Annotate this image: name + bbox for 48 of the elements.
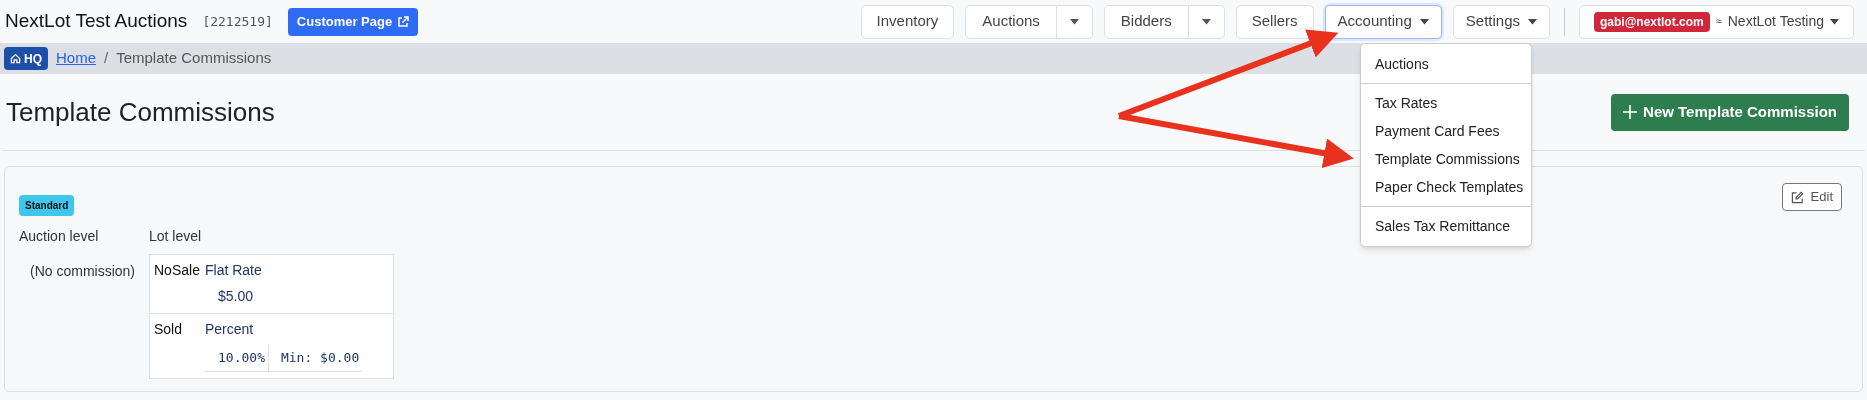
- caret-icon: [1528, 18, 1537, 25]
- profile-dropdown-button[interactable]: gabi@nextlot.com ≈ NextLot Testing: [1579, 4, 1854, 39]
- lot-level-label: Lot level: [149, 227, 203, 246]
- commission-type: Flat Rate: [205, 261, 262, 280]
- dropdown-menu-item[interactable]: Sales Tax Remittance: [1361, 212, 1531, 240]
- nav-button[interactable]: Sellers: [1235, 4, 1314, 39]
- auction-level-label: Auction level: [19, 227, 99, 246]
- split-nav-button[interactable]: Bidders: [1103, 4, 1225, 39]
- home-icon: [10, 53, 21, 64]
- edit-icon: [1790, 190, 1804, 204]
- account-id: [2212519]: [202, 12, 273, 31]
- nav-button[interactable]: Inventory: [860, 4, 955, 39]
- commission-amount: Min: $0.00: [268, 345, 363, 372]
- dropdown-menu-item[interactable]: Paper Check Templates: [1361, 173, 1531, 201]
- caret-icon: [1830, 18, 1839, 25]
- dropdown-menu-item[interactable]: Payment Card Fees: [1361, 117, 1531, 145]
- customer-page-button[interactable]: Customer Page: [287, 7, 419, 36]
- breadcrumb-separator: /: [104, 48, 109, 69]
- caret-icon: [1201, 18, 1211, 25]
- commission-amount: $5.00: [217, 287, 254, 306]
- new-template-commission-button[interactable]: New Template Commission: [1611, 93, 1849, 131]
- nav-dropdown-button[interactable]: Settings: [1452, 4, 1550, 39]
- dropdown-menu-item[interactable]: Tax Rates: [1361, 89, 1531, 117]
- lot-row-label: Sold: [154, 320, 184, 339]
- hq-button[interactable]: HQ: [4, 47, 48, 70]
- page-heading: Template Commissions: [6, 95, 275, 129]
- standard-badge: Standard: [19, 195, 75, 216]
- external-link-icon: [397, 15, 410, 28]
- nav-dropdown-button[interactable]: Accounting: [1324, 4, 1442, 39]
- breadcrumb-current: Template Commissions: [116, 48, 272, 69]
- auction-level-value: (No commission): [30, 262, 135, 281]
- caret-icon: [1419, 18, 1429, 25]
- dropdown-menu-item[interactable]: Auctions: [1361, 50, 1531, 78]
- split-nav-button[interactable]: Auctions: [965, 4, 1093, 39]
- caret-icon: [1069, 18, 1079, 25]
- nav-button-label[interactable]: Bidders: [1104, 10, 1188, 33]
- dropdown-menu-item[interactable]: Template Commissions: [1361, 145, 1531, 173]
- user-email-badge: gabi@nextlot.com: [1594, 11, 1710, 32]
- lot-row-label: NoSale: [154, 261, 201, 280]
- breadcrumb-link[interactable]: Home: [56, 47, 96, 70]
- site-title: NextLot Test Auctions: [5, 9, 188, 34]
- organization-name: NextLot Testing: [1727, 12, 1824, 31]
- plus-icon: [1623, 105, 1638, 119]
- edit-button[interactable]: Edit: [1781, 183, 1842, 211]
- commission-type: Percent: [205, 320, 254, 339]
- commission-amount: 10.00%: [205, 345, 269, 372]
- separator-glyph: ≈: [1715, 14, 1722, 30]
- nav-button-label[interactable]: Auctions: [966, 10, 1056, 33]
